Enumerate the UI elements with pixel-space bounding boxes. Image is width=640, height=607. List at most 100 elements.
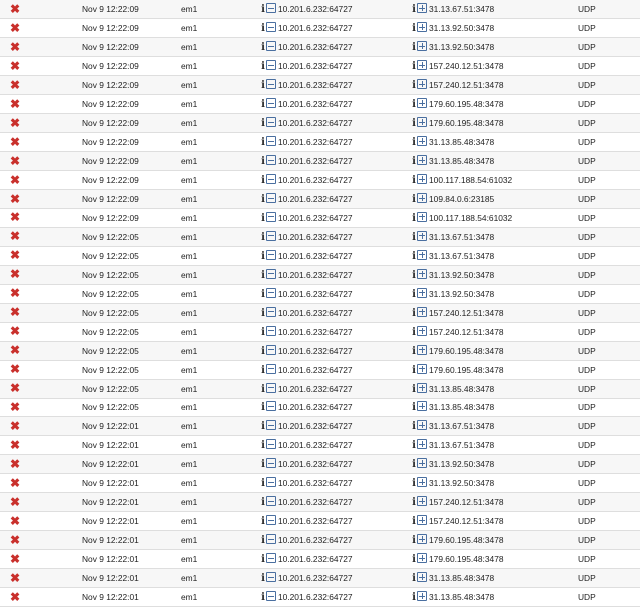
block-x-icon[interactable]: ✖ [10,79,20,91]
minus-box-icon[interactable] [266,3,276,14]
block-x-icon[interactable]: ✖ [10,344,20,356]
destination-info-icon[interactable]: i [412,99,416,110]
block-x-icon[interactable]: ✖ [10,22,20,34]
destination-info-icon[interactable]: i [412,289,416,300]
source-info-icon[interactable]: i [261,327,265,338]
block-x-icon[interactable]: ✖ [10,477,20,489]
source-info-icon[interactable]: i [261,421,265,432]
destination-info-icon[interactable]: i [412,251,416,262]
source-info-icon[interactable]: i [261,175,265,186]
minus-box-icon[interactable] [266,420,276,431]
minus-box-icon[interactable] [266,22,276,33]
destination-info-icon[interactable]: i [412,327,416,338]
source-info-icon[interactable]: i [261,80,265,91]
source-info-icon[interactable]: i [261,42,265,53]
source-info-icon[interactable]: i [261,213,265,224]
minus-box-icon[interactable] [266,363,276,374]
plus-box-icon[interactable] [417,553,427,564]
plus-box-icon[interactable] [417,249,427,260]
block-x-icon[interactable]: ✖ [10,41,20,53]
source-info-icon[interactable]: i [261,365,265,376]
minus-box-icon[interactable] [266,98,276,109]
minus-box-icon[interactable] [266,382,276,393]
source-info-icon[interactable]: i [261,554,265,565]
plus-box-icon[interactable] [417,230,427,241]
plus-box-icon[interactable] [417,477,427,488]
destination-info-icon[interactable]: i [412,175,416,186]
plus-box-icon[interactable] [417,268,427,279]
destination-info-icon[interactable]: i [412,61,416,72]
source-info-icon[interactable]: i [261,346,265,357]
source-info-icon[interactable]: i [261,289,265,300]
block-x-icon[interactable]: ✖ [10,439,20,451]
destination-info-icon[interactable]: i [412,459,416,470]
source-info-icon[interactable]: i [261,137,265,148]
plus-box-icon[interactable] [417,496,427,507]
minus-box-icon[interactable] [266,306,276,317]
plus-box-icon[interactable] [417,534,427,545]
source-info-icon[interactable]: i [261,308,265,319]
source-info-icon[interactable]: i [261,384,265,395]
source-info-icon[interactable]: i [261,270,265,281]
plus-box-icon[interactable] [417,325,427,336]
plus-box-icon[interactable] [417,344,427,355]
destination-info-icon[interactable]: i [412,365,416,376]
source-info-icon[interactable]: i [261,118,265,129]
minus-box-icon[interactable] [266,534,276,545]
minus-box-icon[interactable] [266,344,276,355]
minus-box-icon[interactable] [266,193,276,203]
block-x-icon[interactable]: ✖ [10,515,20,527]
plus-box-icon[interactable] [417,60,427,71]
plus-box-icon[interactable] [417,41,427,52]
block-x-icon[interactable]: ✖ [10,496,20,508]
block-x-icon[interactable]: ✖ [10,420,20,432]
block-x-icon[interactable]: ✖ [10,534,20,546]
destination-info-icon[interactable]: i [412,118,416,129]
minus-box-icon[interactable] [266,439,276,450]
plus-box-icon[interactable] [417,306,427,317]
minus-box-icon[interactable] [266,572,276,583]
plus-box-icon[interactable] [417,155,427,166]
plus-box-icon[interactable] [417,382,427,393]
plus-box-icon[interactable] [417,174,427,185]
plus-box-icon[interactable] [417,79,427,90]
block-x-icon[interactable]: ✖ [10,458,20,470]
destination-info-icon[interactable]: i [412,516,416,527]
source-info-icon[interactable]: i [261,535,265,546]
destination-info-icon[interactable]: i [412,592,416,603]
minus-box-icon[interactable] [266,458,276,469]
block-x-icon[interactable]: ✖ [10,325,20,337]
minus-box-icon[interactable] [266,591,276,602]
destination-info-icon[interactable]: i [412,440,416,451]
source-info-icon[interactable]: i [261,99,265,110]
source-info-icon[interactable]: i [261,156,265,167]
block-x-icon[interactable]: ✖ [10,136,20,148]
plus-box-icon[interactable] [417,98,427,109]
plus-box-icon[interactable] [417,439,427,450]
minus-box-icon[interactable] [266,325,276,336]
plus-box-icon[interactable] [417,22,427,33]
destination-info-icon[interactable]: i [412,213,416,224]
block-x-icon[interactable]: ✖ [10,306,20,318]
minus-box-icon[interactable] [266,41,276,52]
destination-info-icon[interactable]: i [412,270,416,281]
block-x-icon[interactable]: ✖ [10,174,20,186]
source-info-icon[interactable]: i [261,61,265,72]
block-x-icon[interactable]: ✖ [10,60,20,72]
source-info-icon[interactable]: i [261,251,265,262]
block-x-icon[interactable]: ✖ [10,401,20,413]
plus-box-icon[interactable] [417,515,427,526]
destination-info-icon[interactable]: i [412,137,416,148]
minus-box-icon[interactable] [266,60,276,71]
destination-info-icon[interactable]: i [412,4,416,15]
minus-box-icon[interactable] [266,496,276,507]
block-x-icon[interactable]: ✖ [10,553,20,565]
minus-box-icon[interactable] [266,211,276,222]
plus-box-icon[interactable] [417,458,427,469]
plus-box-icon[interactable] [417,363,427,374]
source-info-icon[interactable]: i [261,440,265,451]
plus-box-icon[interactable] [417,193,427,203]
source-info-icon[interactable]: i [261,516,265,527]
destination-info-icon[interactable]: i [412,308,416,319]
destination-info-icon[interactable]: i [412,573,416,584]
